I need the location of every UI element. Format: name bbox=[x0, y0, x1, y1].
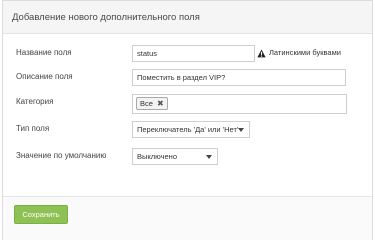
category-multiselect[interactable]: Все ✖ bbox=[132, 94, 347, 114]
field-category-row: Категория Все ✖ bbox=[3, 92, 372, 114]
field-default-label: Значение по умолчанию bbox=[16, 151, 107, 160]
field-name-label: Название поля bbox=[16, 48, 72, 57]
field-description-input[interactable] bbox=[132, 69, 346, 86]
warning-icon bbox=[257, 48, 266, 57]
field-type-label: Тип поля bbox=[16, 124, 50, 133]
field-default-select[interactable]: Выключено bbox=[132, 148, 218, 165]
panel-footer: Сохранить bbox=[3, 196, 372, 240]
field-name-hint-text: Латинскими буквами bbox=[269, 48, 341, 57]
field-description-label: Описание поля bbox=[16, 72, 73, 81]
chevron-down-icon bbox=[206, 155, 212, 159]
field-name-hint: Латинскими буквами bbox=[257, 43, 341, 63]
category-chip-label: Все bbox=[140, 99, 153, 108]
panel-header: Добавление нового дополнительного поля bbox=[3, 1, 372, 34]
field-type-select[interactable]: Переключатель 'Да' или 'Нет' bbox=[132, 121, 250, 138]
chevron-down-icon bbox=[238, 128, 244, 132]
field-default-row: Значение по умолчанию Выключено bbox=[3, 146, 372, 166]
field-default-value: Выключено bbox=[137, 152, 177, 161]
add-field-panel: Добавление нового дополнительного поля Н… bbox=[2, 0, 373, 240]
field-name-input[interactable] bbox=[132, 45, 255, 62]
panel-title: Добавление нового дополнительного поля bbox=[12, 11, 200, 23]
category-chip[interactable]: Все ✖ bbox=[136, 97, 168, 110]
field-type-row: Тип поля Переключатель 'Да' или 'Нет' bbox=[3, 119, 372, 139]
save-button[interactable]: Сохранить bbox=[14, 205, 68, 224]
field-category-label: Категория bbox=[16, 97, 54, 106]
field-type-value: Переключатель 'Да' или 'Нет' bbox=[137, 125, 239, 134]
chip-remove-icon[interactable]: ✖ bbox=[157, 99, 164, 108]
field-name-row: Название поля Латинскими буквами bbox=[3, 43, 372, 63]
field-description-row: Описание поля bbox=[3, 67, 372, 87]
